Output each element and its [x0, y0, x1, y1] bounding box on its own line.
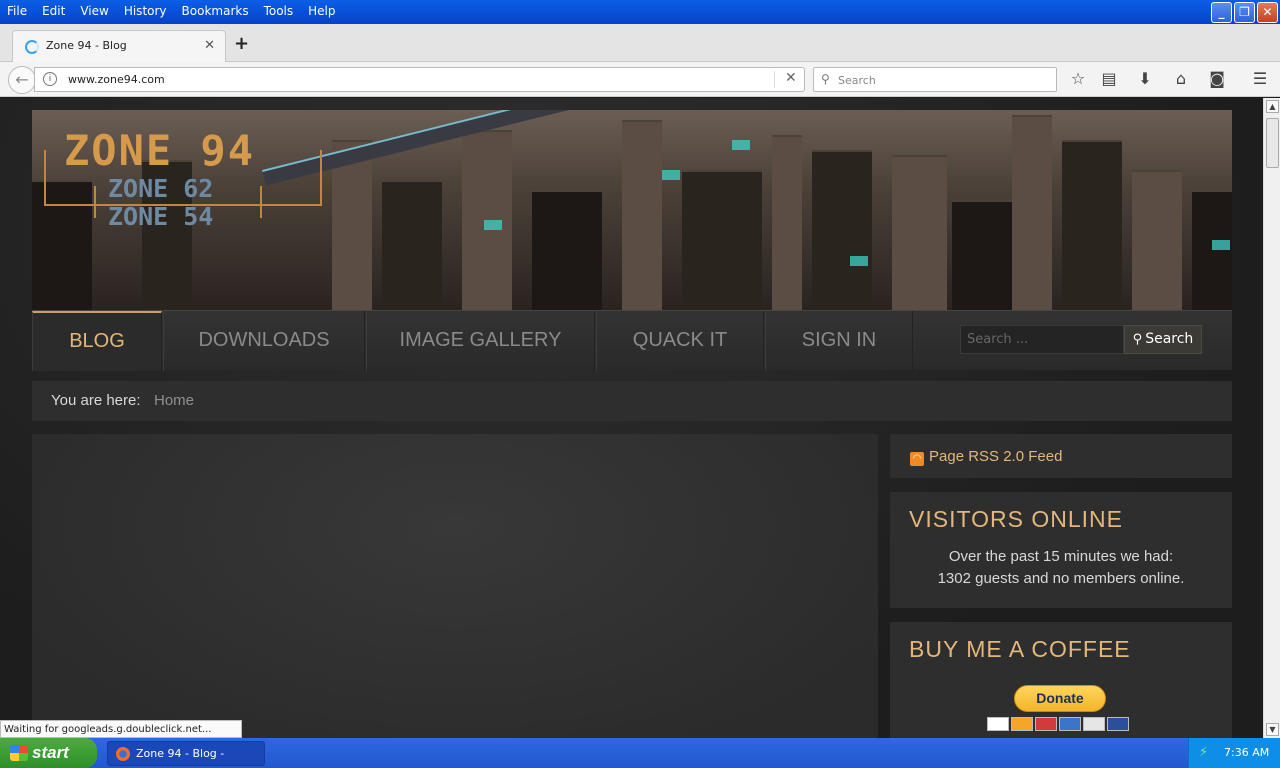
minimize-button[interactable]: _: [1211, 2, 1232, 23]
clock[interactable]: 7:36 AM: [1224, 746, 1269, 759]
scroll-down-icon[interactable]: ▼: [1266, 723, 1279, 736]
url-bar[interactable]: i www.zone94.com ✕: [34, 67, 805, 92]
site-info-icon[interactable]: i: [43, 72, 57, 86]
browser-search-placeholder: Search: [838, 74, 876, 87]
search-icon: ⚲: [821, 72, 830, 86]
rss-module: ◠ Page RSS 2.0 Feed: [890, 434, 1232, 478]
url-text[interactable]: www.zone94.com: [68, 73, 165, 86]
menu-edit[interactable]: Edit: [35, 4, 73, 18]
browser-search-input[interactable]: ⚲ Search: [813, 67, 1057, 92]
url-separator: [774, 71, 775, 88]
breadcrumb-label: You are here:: [51, 392, 141, 409]
site-search-button[interactable]: ⚲ Search: [1124, 325, 1202, 354]
bookmark-star-icon[interactable]: ☆: [1068, 69, 1088, 88]
rss-icon: ◠: [910, 452, 924, 466]
taskbar: start Zone 94 - Blog - Mozill... ⚡ 7:36 …: [0, 738, 1280, 768]
visa-card-icon: [987, 717, 1009, 731]
start-label: start: [32, 743, 69, 762]
scrollbar-thumb[interactable]: [1266, 118, 1279, 168]
nav-sign-in[interactable]: SIGN IN: [765, 311, 913, 371]
new-tab-icon[interactable]: +: [234, 33, 249, 54]
menu-bookmarks[interactable]: Bookmarks: [175, 4, 257, 18]
vertical-scrollbar[interactable]: ▲ ▼: [1263, 98, 1280, 738]
site-search-button-label: Search: [1145, 331, 1194, 347]
pocket-icon[interactable]: ◙: [1207, 69, 1227, 88]
menu-view[interactable]: View: [73, 4, 116, 18]
coffee-module: BUY ME A COFFEE Donate: [890, 622, 1232, 738]
main-nav: BLOG DOWNLOADS IMAGE GALLERY QUACK IT SI…: [32, 310, 1232, 371]
donate-button[interactable]: Donate: [1014, 685, 1106, 712]
visitors-text-line2: 1302 guests and no members online.: [937, 570, 1185, 587]
bookmarks-list-icon[interactable]: ▤: [1099, 69, 1119, 88]
home-icon[interactable]: ⌂: [1171, 69, 1191, 88]
visitors-module: VISITORS ONLINE Over the past 15 minutes…: [890, 492, 1232, 608]
menu-hamburger-icon[interactable]: ☰: [1250, 69, 1270, 88]
network-icon[interactable]: ⚡: [1199, 745, 1208, 760]
rss-feed-link[interactable]: Page RSS 2.0 Feed: [929, 448, 1062, 465]
menu-bar: File Edit View History Bookmarks Tools H…: [0, 0, 344, 22]
navigation-toolbar: ← i www.zone94.com ✕ ⚲ Search ☆ ▤ ⬇ ⌂ ◙ …: [0, 62, 1280, 97]
window-titlebar: File Edit View History Bookmarks Tools H…: [0, 0, 1280, 24]
visitors-text-line1: Over the past 15 minutes we had:: [948, 548, 1174, 565]
scroll-up-icon[interactable]: ▲: [1266, 100, 1279, 113]
nav-quack-it[interactable]: QUACK IT: [596, 311, 764, 371]
system-tray: ⚡ 7:36 AM: [1188, 738, 1280, 768]
site-search-input[interactable]: Search ...: [960, 325, 1124, 354]
loading-spinner-icon: [25, 40, 39, 54]
logo-subtitle-2: ZONE 54: [108, 202, 214, 231]
windows-logo-icon: [10, 745, 28, 761]
logo-subtitle-1: ZONE 62: [108, 174, 214, 203]
browser-tab[interactable]: Zone 94 - Blog ✕: [12, 30, 226, 62]
discover-card-icon: [1083, 717, 1105, 731]
site-logo[interactable]: ZONE 94: [64, 126, 255, 175]
nav-blog[interactable]: BLOG: [32, 311, 162, 371]
stop-loading-icon[interactable]: ✕: [785, 70, 797, 86]
search-icon: ⚲: [1132, 332, 1143, 347]
header-banner: ZONE 94 ZONE 62 ZONE 54: [32, 110, 1232, 310]
taskbar-firefox-item[interactable]: Zone 94 - Blog - Mozill...: [107, 741, 265, 766]
status-text: Waiting for googleads.g.doubleclick.net.…: [0, 720, 242, 738]
menu-file[interactable]: File: [0, 4, 35, 18]
firefox-icon: [116, 747, 130, 761]
main-content-area: [32, 434, 878, 738]
menu-history[interactable]: History: [117, 4, 175, 18]
visitors-title: VISITORS ONLINE: [909, 506, 1123, 532]
page-viewport: ZONE 94 ZONE 62 ZONE 54 BLOG DOWNLOADS I…: [0, 98, 1263, 738]
breadcrumb-home[interactable]: Home: [154, 392, 194, 409]
menu-tools[interactable]: Tools: [257, 4, 302, 18]
close-tab-icon[interactable]: ✕: [204, 38, 215, 53]
taskbar-item-label: Zone 94 - Blog - Mozill...: [136, 747, 225, 760]
nav-downloads[interactable]: DOWNLOADS: [163, 311, 365, 371]
coffee-title: BUY ME A COFFEE: [909, 636, 1131, 662]
tab-strip: Zone 94 - Blog ✕ +: [0, 24, 1280, 62]
close-window-button[interactable]: ✕: [1257, 2, 1278, 23]
tab-title: Zone 94 - Blog: [46, 39, 127, 52]
payment-cards: [987, 717, 1129, 731]
start-button[interactable]: start: [0, 738, 97, 768]
restore-button[interactable]: ❐: [1234, 2, 1255, 23]
bank-card-icon: [1107, 717, 1129, 731]
mastercard-icon: [1011, 717, 1033, 731]
maestro-card-icon: [1035, 717, 1057, 731]
download-icon[interactable]: ⬇: [1135, 69, 1155, 88]
amex-card-icon: [1059, 717, 1081, 731]
menu-help[interactable]: Help: [301, 4, 343, 18]
nav-image-gallery[interactable]: IMAGE GALLERY: [366, 311, 595, 371]
back-button[interactable]: ←: [8, 66, 36, 94]
breadcrumb: You are here: Home: [32, 381, 1232, 421]
